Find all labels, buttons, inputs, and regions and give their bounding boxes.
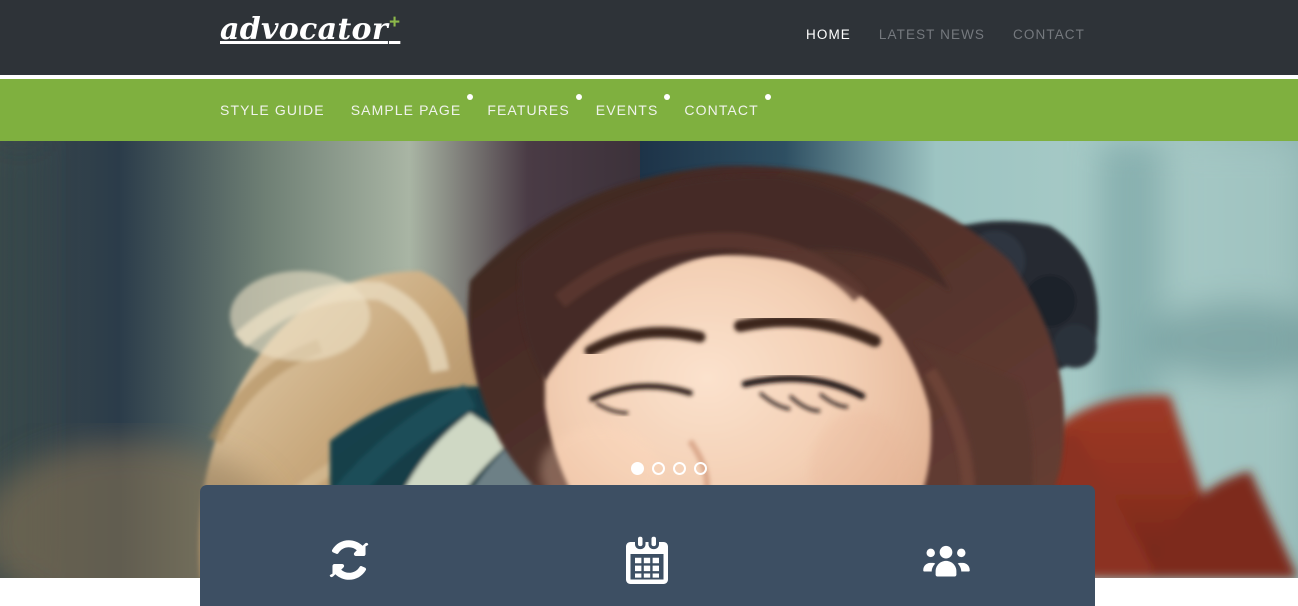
feature-column-users[interactable] [797,485,1095,606]
nav-item-sample-page[interactable]: SAMPLE PAGE [338,79,475,141]
feature-column-refresh[interactable] [200,485,498,606]
nav-item-style-guide-label: STYLE GUIDE [220,102,325,118]
site-logo[interactable]: advocator+ [220,10,400,50]
page-root: advocator+ HOME LATEST NEWS CONTACT STYL… [0,0,1298,606]
dropdown-dot-icon [467,94,474,100]
top-utility-nav: HOME LATEST NEWS CONTACT [806,27,1085,42]
slider-dot-4[interactable] [694,462,707,475]
topnav-item-latest-news[interactable]: LATEST NEWS [879,27,985,42]
feature-column-calendar[interactable] [498,485,796,606]
dropdown-dot-icon [664,94,671,100]
slider-dot-1[interactable] [631,462,644,475]
top-header-bar: advocator+ HOME LATEST NEWS CONTACT [0,0,1298,77]
refresh-icon [329,539,369,580]
slider-dot-2[interactable] [652,462,665,475]
main-nav-bar: STYLE GUIDE SAMPLE PAGE FEATURES EVENTS … [0,79,1298,220]
topnav-item-contact[interactable]: CONTACT [1013,27,1085,42]
nav-item-features[interactable]: FEATURES [474,79,582,141]
topnav-item-home[interactable]: HOME [806,27,851,42]
logo-plus-icon: + [388,12,401,33]
nav-item-contact-label: CONTACT [684,102,759,118]
slider-dot-3[interactable] [673,462,686,475]
nav-item-style-guide[interactable]: STYLE GUIDE [220,79,338,141]
calendar-icon [626,536,669,584]
nav-item-features-label: FEATURES [487,102,570,118]
dropdown-dot-icon [764,94,771,100]
main-nav: STYLE GUIDE SAMPLE PAGE FEATURES EVENTS … [220,79,772,141]
site-logo-text: advocator [220,12,388,47]
nav-item-events[interactable]: EVENTS [583,79,672,141]
users-group-icon [923,545,970,576]
hero-slider-pagination[interactable] [631,462,707,475]
nav-item-events-label: EVENTS [595,102,659,118]
nav-item-sample-page-label: SAMPLE PAGE [350,102,462,118]
nav-item-contact[interactable]: CONTACT [671,79,771,141]
dropdown-dot-icon [575,94,582,100]
feature-highlights-panel [200,485,1095,606]
